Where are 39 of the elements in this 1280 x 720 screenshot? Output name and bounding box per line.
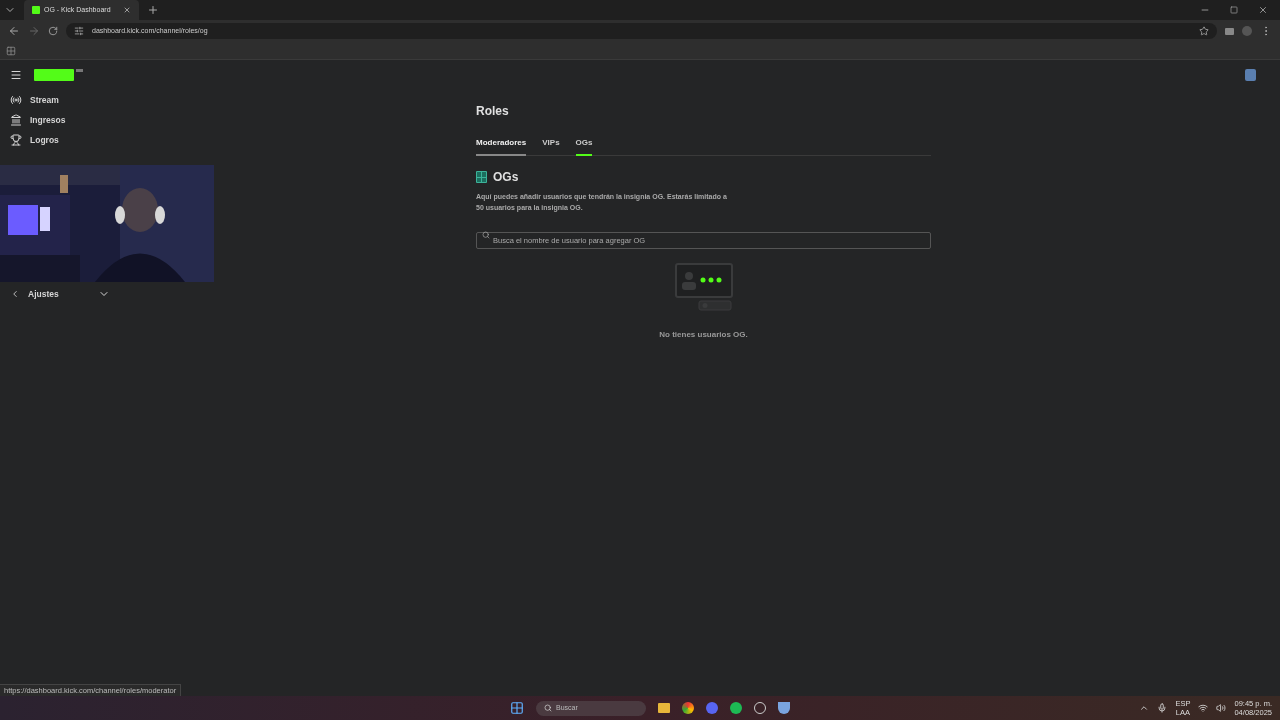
empty-message: No tienes usuarios OG. [659,329,748,341]
tray-expand-icon[interactable] [1139,703,1150,713]
role-tab[interactable]: Moderadores [476,137,527,156]
music-app-icon[interactable] [730,702,742,714]
close-icon[interactable] [1258,5,1268,15]
user-avatar[interactable] [1245,69,1256,81]
page-title: Roles [476,103,510,120]
back-icon[interactable] [8,25,20,37]
microphone-icon[interactable] [1157,703,1168,713]
volume-icon[interactable] [1216,703,1227,713]
sidebar-item[interactable]: Ingresos [10,114,190,126]
og-badge-icon [476,171,487,183]
chat-app-icon[interactable] [706,702,718,714]
sidebar-item[interactable]: Stream [10,94,190,106]
section-title: OGs [493,169,519,186]
bank-icon [10,114,22,126]
shield-icon[interactable] [778,702,790,714]
start-icon[interactable] [510,701,524,715]
menu-icon[interactable] [10,69,22,81]
network-icon[interactable] [1198,703,1209,713]
reload-icon[interactable] [48,26,58,36]
kick-favicon-icon [32,6,40,14]
bookmark-star-icon[interactable] [1199,26,1209,36]
broadcast-icon [10,94,22,106]
search-icon [482,231,490,239]
site-settings-icon[interactable] [74,26,84,36]
apps-icon[interactable] [6,45,16,56]
new-tab-icon[interactable] [147,4,159,16]
trophy-icon [10,134,22,146]
extension-icon[interactable] [1225,27,1234,35]
role-tab[interactable]: OGs [575,137,593,156]
search-icon [544,704,552,712]
maximize-icon[interactable] [1230,6,1238,14]
role-tab[interactable]: VIPs [542,137,560,156]
close-icon[interactable] [123,6,131,14]
sidebar-item[interactable]: Ajustes [0,288,120,300]
sidebar-item[interactable]: Logros [10,134,190,146]
empty-state-drawing [674,263,733,311]
browser-icon[interactable] [682,702,694,714]
